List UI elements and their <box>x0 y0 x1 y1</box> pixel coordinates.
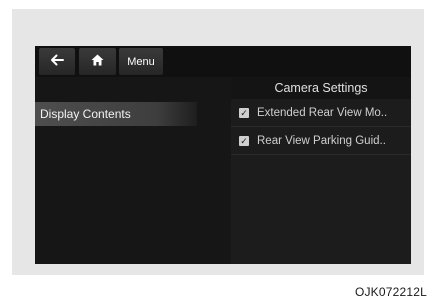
sidebar-item-display-contents[interactable]: Display Contents <box>35 102 197 126</box>
option-label: Extended Rear View Mo.. <box>257 106 388 119</box>
menu-button-label: Menu <box>127 55 155 68</box>
back-button[interactable] <box>39 48 75 75</box>
page-title: Camera Settings <box>274 81 368 95</box>
option-extended-rear-view[interactable]: ✓ Extended Rear View Mo.. <box>231 99 411 127</box>
settings-sidebar: Display Contents <box>35 77 231 264</box>
checkbox-checked-icon[interactable]: ✓ <box>239 107 249 118</box>
option-rear-view-parking-guide[interactable]: ✓ Rear View Parking Guid.. <box>231 127 411 155</box>
figure-code: OJK072212L <box>354 285 427 299</box>
home-button[interactable] <box>79 48 116 75</box>
sidebar-item-label: Display Contents <box>40 107 131 121</box>
option-label: Rear View Parking Guid.. <box>257 134 386 147</box>
infotainment-screen: Menu Display Contents Camera Settings ✓ … <box>35 46 411 264</box>
top-bar: Menu <box>35 46 411 77</box>
checkbox-checked-icon[interactable]: ✓ <box>239 135 249 146</box>
options-list: ✓ Extended Rear View Mo.. ✓ Rear View Pa… <box>231 99 411 264</box>
arrow-left-icon <box>50 53 64 71</box>
home-icon <box>91 53 104 71</box>
menu-button[interactable]: Menu <box>119 48 163 75</box>
